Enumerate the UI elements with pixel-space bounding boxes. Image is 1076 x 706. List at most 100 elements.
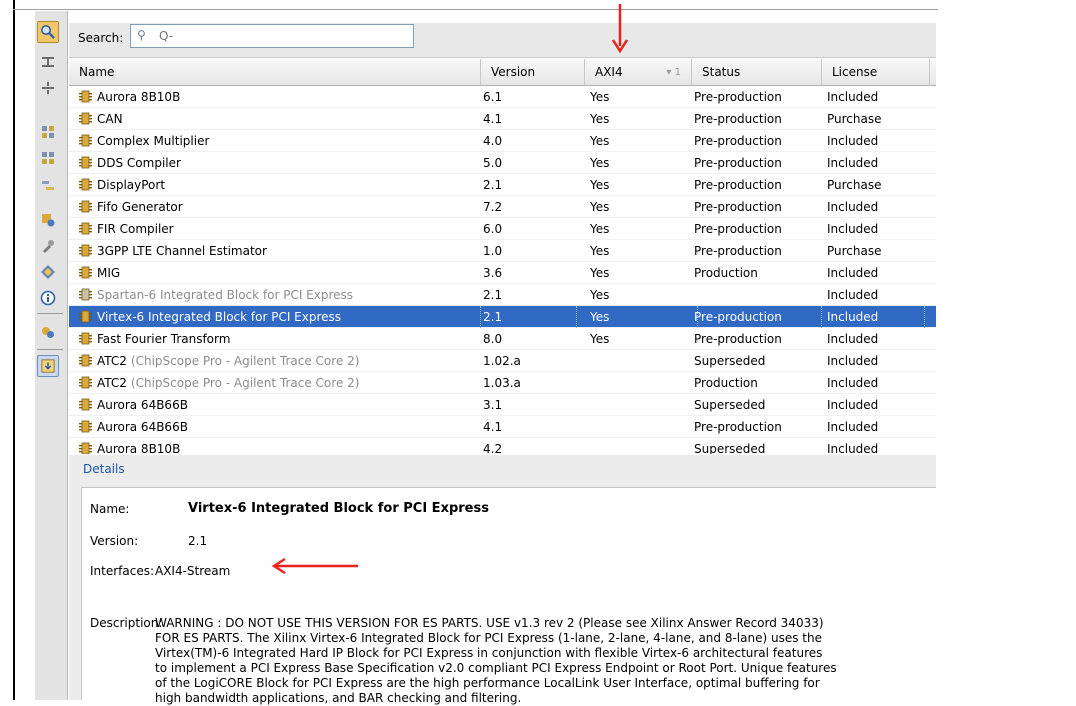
cell-name: FIR Compiler: [75, 218, 481, 240]
table-row[interactable]: DisplayPort 2.1 Yes Pre-production Purchase: [69, 174, 936, 196]
cell-version: 1.03.a: [483, 376, 521, 390]
cell-name: ATC2 (ChipScope Pro - Agilent Trace Core …: [75, 350, 481, 372]
column-header-name[interactable]: Name: [69, 59, 481, 86]
cell-name: Aurora 8B10B: [75, 438, 481, 454]
cell-name: Spartan-6 Integrated Block for PCI Expre…: [75, 284, 481, 306]
table-row[interactable]: FIR Compiler 6.0 Yes Pre-production Included: [69, 218, 936, 240]
cell-status: Superseded: [694, 398, 766, 412]
cell-version: 4.1: [483, 420, 503, 434]
detail-interfaces-value: AXI4-Stream: [155, 564, 231, 578]
ip-name: Aurora 64B66B: [97, 420, 188, 434]
cell-status: Superseded: [694, 354, 766, 368]
upgrade-icon[interactable]: [37, 321, 59, 343]
expand-all-icon[interactable]: [37, 77, 59, 99]
tools-icon[interactable]: [37, 235, 59, 257]
table-row[interactable]: 3GPP LTE Channel Estimator 1.0 Yes Pre-prod…: [69, 240, 936, 262]
table-row[interactable]: Fifo Generator 7.2 Yes Pre-production Includ…: [69, 196, 936, 218]
column-header-version[interactable]: Version: [481, 59, 585, 86]
description-line: WARNING : DO NOT USE THIS VERSION FOR ES…: [155, 616, 824, 630]
table-row[interactable]: DDS Compiler 5.0 Yes Pre-production Included: [69, 152, 936, 174]
table-row[interactable]: ATC2 (ChipScope Pro - Agilent Trace Core …: [69, 350, 936, 372]
details-panel: Name: Virtex-6 Integrated Block for PCI …: [81, 487, 936, 705]
ip-catalog-table: Name Version AXI4 ▾ 1 Status License Aur…: [69, 59, 936, 454]
cell-version: 1.0: [483, 244, 503, 258]
cell-status: Pre-production: [694, 244, 782, 258]
filter-icon[interactable]: [37, 175, 59, 197]
cell-name: DisplayPort: [75, 174, 481, 196]
cell-axi4: Yes: [590, 156, 610, 170]
cell-axi4: [588, 416, 698, 438]
cell-status: Pre-production: [694, 222, 782, 236]
customize-icon[interactable]: [37, 355, 59, 377]
cell-status: [692, 284, 822, 306]
axi4-column-arrow-annotation: [611, 4, 629, 54]
cell-version: 6.0: [483, 222, 503, 236]
detail-version-label: Version:: [90, 534, 139, 548]
ip-name: DisplayPort: [97, 178, 166, 192]
cell-license: Purchase: [827, 244, 882, 258]
cell-version: 2.1: [483, 288, 503, 302]
ip-name: Fast Fourier Transform: [97, 332, 231, 346]
table-row[interactable]: Spartan-6 Integrated Block for PCI Expre…: [69, 284, 936, 306]
cell-status: Superseded: [694, 442, 766, 454]
cell-license: Included: [827, 332, 879, 346]
cell-license: Included: [827, 156, 879, 170]
frame-border-left: [13, 0, 15, 700]
cell-version: 1.02.a: [483, 354, 521, 368]
collapse-all-icon[interactable]: [37, 51, 59, 73]
table-row[interactable]: ATC2 (ChipScope Pro - Agilent Trace Core …: [69, 372, 936, 394]
column-header-license[interactable]: License: [822, 59, 930, 86]
details-section: Details Name: Virtex-6 Integrated Block …: [69, 455, 936, 705]
cell-version: 3.1: [483, 398, 503, 412]
cell-version: 8.0: [483, 332, 503, 346]
ip-name: CAN: [97, 112, 123, 126]
cell-version: 3.6: [483, 266, 503, 280]
cell-axi4: [588, 372, 698, 394]
cell-axi4: Yes: [590, 266, 610, 280]
table-row[interactable]: Complex Multiplier 4.0 Yes Pre-production In…: [69, 130, 936, 152]
table-row[interactable]: MIG 3.6 Yes Production Included: [69, 262, 936, 284]
cell-status: Pre-production: [694, 178, 782, 192]
table-row[interactable]: Aurora 8B10B 6.1 Yes Pre-production Included: [69, 86, 936, 108]
table-row[interactable]: Aurora 64B66B 4.1 Pre-production Included: [69, 416, 936, 438]
cell-version: 7.2: [483, 200, 503, 214]
info-icon[interactable]: [37, 287, 59, 309]
cell-license: Included: [827, 420, 879, 434]
cell-license: Purchase: [827, 112, 882, 126]
cell-version: 4.0: [483, 134, 503, 148]
ip-name-extra: (ChipScope Pro - Agilent Trace Core 2): [130, 354, 360, 368]
cell-axi4: Yes: [590, 288, 610, 302]
column-header-status[interactable]: Status: [692, 59, 822, 86]
cell-name: Aurora 64B66B: [75, 416, 481, 438]
description-line: to implement a PCI Express Base Specific…: [155, 661, 837, 675]
cell-version: 4.2: [483, 442, 503, 454]
ip-settings-icon[interactable]: [37, 209, 59, 231]
description-line: high bandwidth applications, and BAR che…: [155, 691, 522, 705]
details-title: Details: [83, 462, 125, 476]
table-row[interactable]: Aurora 64B66B 3.1 Superseded Included: [69, 394, 936, 416]
group-by-function-icon[interactable]: [37, 121, 59, 143]
ip-catalog-toolbar: [35, 11, 68, 700]
ip-properties-icon[interactable]: [37, 261, 59, 283]
table-row[interactable]: Aurora 8B10B 4.2 Superseded Included: [69, 438, 936, 454]
column-header-axi4[interactable]: AXI4 ▾ 1: [585, 59, 692, 86]
detail-description-label: Description:: [90, 616, 163, 630]
table-row[interactable]: Fast Fourier Transform 8.0 Yes Pre-producti…: [69, 328, 936, 350]
description-line: of the LogiCORE Block for PCI Express ar…: [155, 676, 820, 690]
search-field-icon: ⚲: [137, 28, 146, 42]
search-input[interactable]: [157, 27, 407, 45]
search-icon[interactable]: [37, 21, 59, 43]
cell-axi4: [588, 394, 698, 416]
cell-license: Included: [827, 200, 879, 214]
cell-axi4: Yes: [590, 244, 610, 258]
detail-interfaces-label: Interfaces:: [90, 564, 155, 578]
cell-version: 5.0: [483, 156, 503, 170]
sort-indicator: ▾ 1: [666, 67, 681, 78]
table-row[interactable]: Virtex-6 Integrated Block for PCI Expres…: [69, 306, 936, 328]
table-header: Name Version AXI4 ▾ 1 Status License: [69, 59, 936, 86]
table-row[interactable]: CAN 4.1 Yes Pre-production Purchase: [69, 108, 936, 130]
search-field[interactable]: ⚲: [130, 24, 414, 48]
cell-axi4: Yes: [590, 90, 610, 104]
toolbar-separator: [37, 349, 63, 350]
group-by-vendor-icon[interactable]: [37, 147, 59, 169]
